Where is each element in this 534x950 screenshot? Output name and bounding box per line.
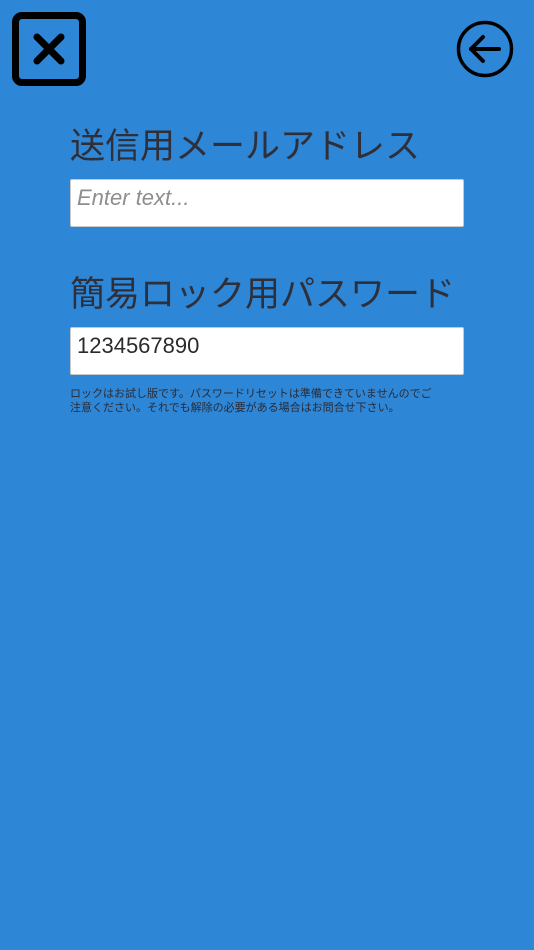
close-x-icon xyxy=(33,33,65,65)
email-label: 送信用メールアドレス xyxy=(70,127,421,167)
back-button[interactable] xyxy=(456,20,514,78)
password-input[interactable]: 1234567890 xyxy=(70,327,464,375)
lock-notice-text: ロックはお試し版です。パスワードリセットは準備できていませんのでご 注意ください… xyxy=(70,387,432,414)
close-button[interactable] xyxy=(12,12,86,86)
password-label: 簡易ロック用パスワード xyxy=(70,275,456,315)
arrow-left-circle-icon xyxy=(456,20,514,78)
email-input[interactable]: Enter text... xyxy=(70,179,464,227)
